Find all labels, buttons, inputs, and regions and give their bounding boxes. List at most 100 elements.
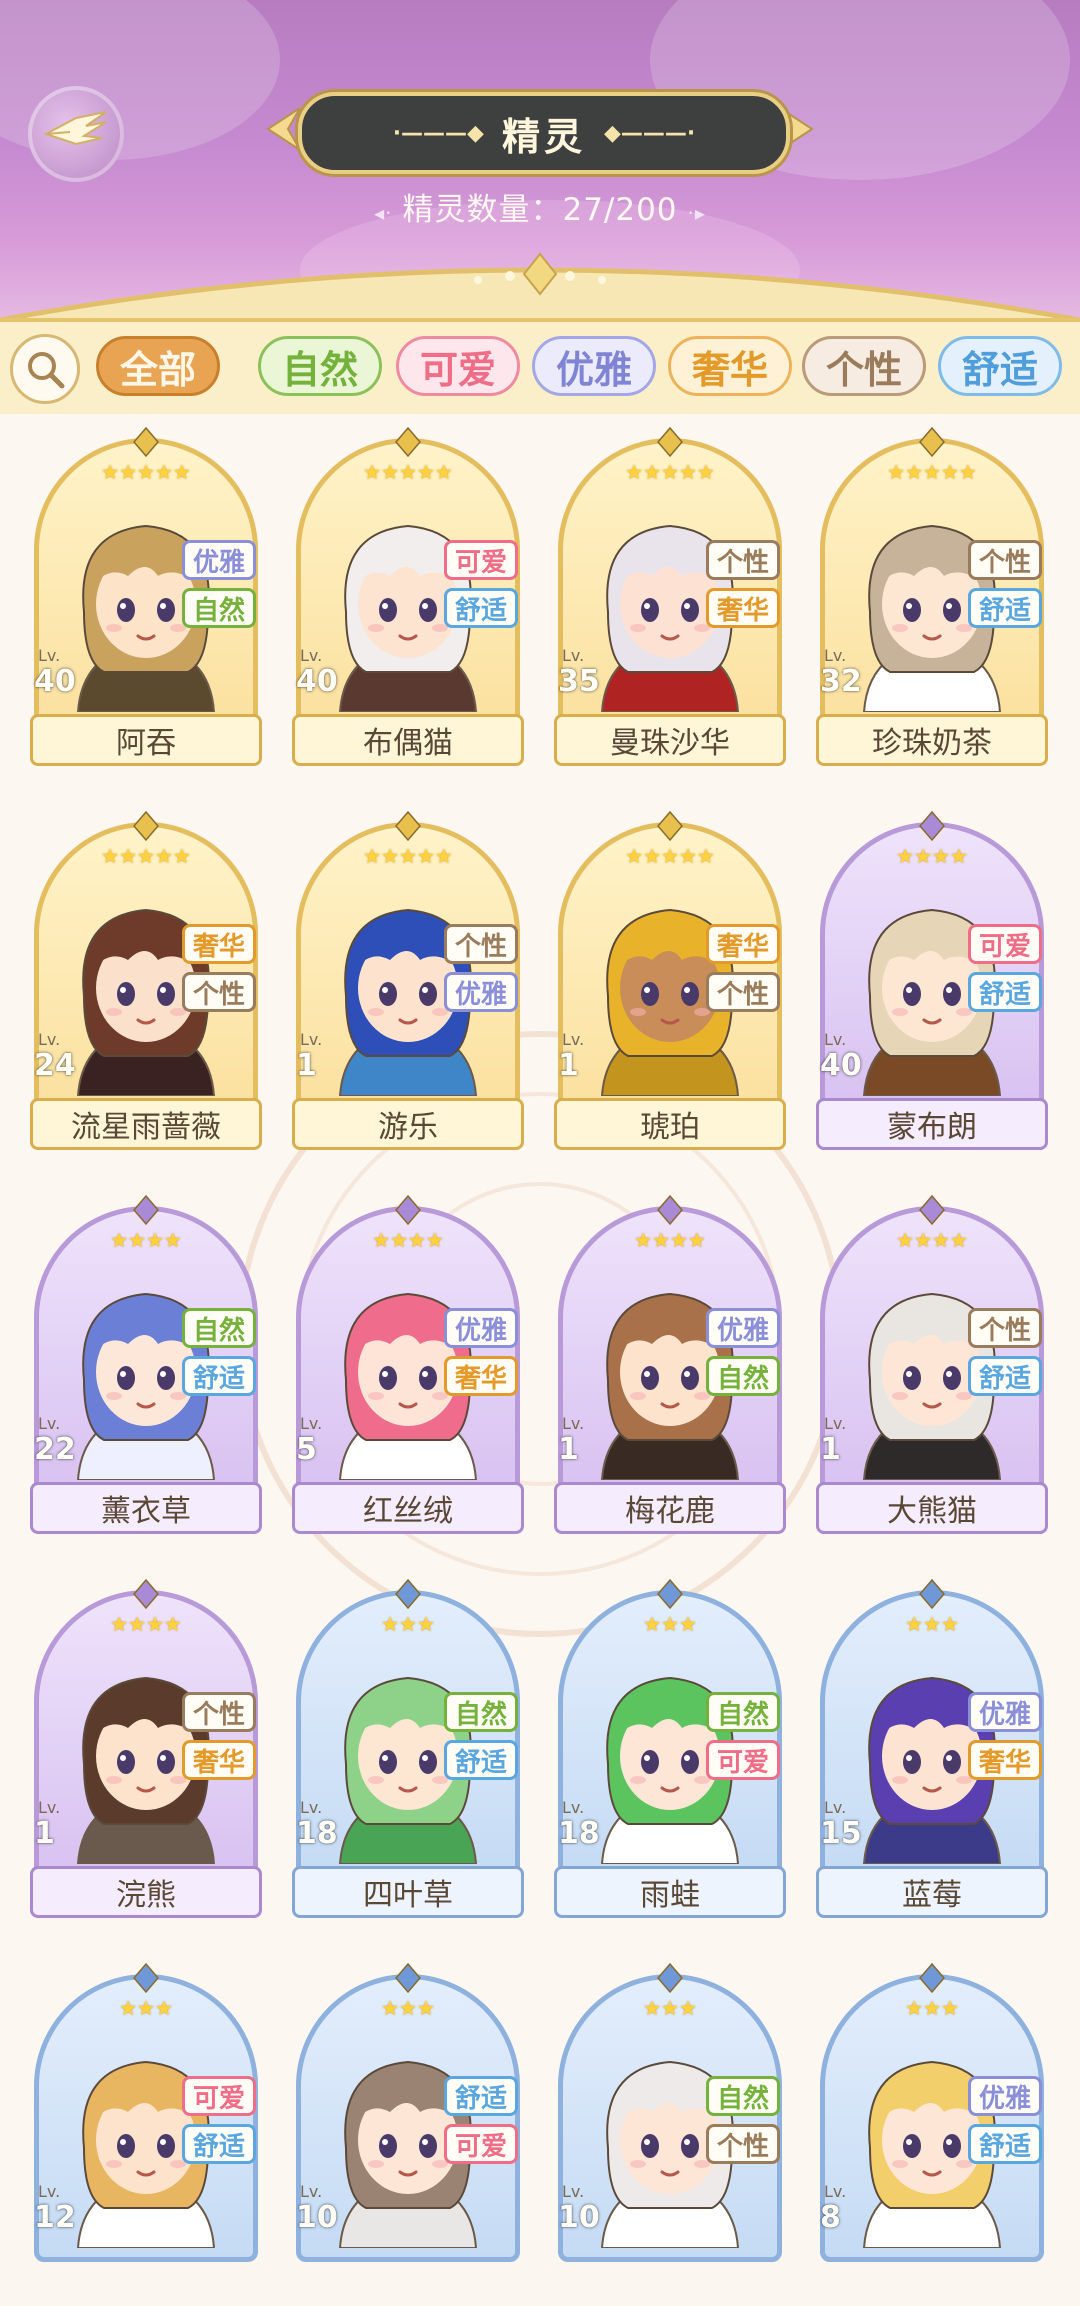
level-number: 24 [34, 1048, 76, 1083]
level-badge: Lv. 32 [818, 646, 878, 712]
trait-tag: 舒适 [968, 588, 1042, 628]
level-prefix: Lv. [300, 1798, 323, 1817]
level-badge: Lv. 40 [294, 646, 354, 712]
trait-tag: 个性 [968, 1308, 1042, 1348]
level-badge: Lv. 12 [32, 2182, 92, 2248]
level-number: 35 [558, 664, 600, 699]
trait-tag: 可爱 [444, 2124, 518, 2164]
back-button[interactable] [28, 86, 124, 182]
sprite-card[interactable]: ★★★ 自然 可爱 Lv. 18 雨蛙 [554, 1578, 786, 1922]
star-rating: ★★★★ [110, 1228, 182, 1252]
sprite-card[interactable]: ★★★ 可爱 舒适 Lv. 12 [30, 1962, 262, 2306]
trait-tag: 奢华 [182, 924, 256, 964]
level-prefix: Lv. [562, 2182, 585, 2201]
sprite-card[interactable]: ★★★★★ 个性 舒适 Lv. 32 珍珠奶茶 [816, 426, 1048, 770]
rarity-gem-icon [919, 426, 945, 458]
star-rating: ★★★★ [634, 1228, 706, 1252]
sprite-card[interactable]: ★★★★ 优雅 奢华 Lv. 5 红丝绒 [292, 1194, 524, 1538]
star-rating: ★★★ [905, 1612, 959, 1636]
sprite-name: 红丝绒 [292, 1482, 524, 1534]
trait-tag: 自然 [706, 2076, 780, 2116]
sprite-card[interactable]: ★★★★ 自然 舒适 Lv. 22 薰衣草 [30, 1194, 262, 1538]
rarity-gem-icon [657, 1194, 683, 1226]
star-rating: ★★★ [119, 1996, 173, 2020]
background-clock-watermark [237, 1031, 843, 1637]
trait-tag: 自然 [182, 588, 256, 628]
level-badge: Lv. 35 [556, 646, 616, 712]
star-rating: ★★★ [643, 1996, 697, 2020]
rarity-gem-icon [395, 1962, 421, 1994]
sprite-card[interactable]: ★★★★★ 奢华 个性 Lv. 1 琥珀 [554, 810, 786, 1154]
sprite-card[interactable]: ★★★★★ 可爱 舒适 Lv. 40 布偶猫 [292, 426, 524, 770]
level-number: 1 [296, 1048, 317, 1083]
sprite-card[interactable]: ★★★★★ 个性 优雅 Lv. 1 游乐 [292, 810, 524, 1154]
level-prefix: Lv. [824, 1030, 847, 1049]
sprite-card[interactable]: ★★★★ 个性 舒适 Lv. 1 大熊猫 [816, 1194, 1048, 1538]
level-badge: Lv. 22 [32, 1414, 92, 1480]
sprite-card[interactable]: ★★★★ 个性 奢华 Lv. 1 浣熊 [30, 1578, 262, 1922]
sprite-card[interactable]: ★★★ 优雅 舒适 Lv. 8 [816, 1962, 1048, 2306]
sprite-card[interactable]: ★★★★★ 优雅 自然 Lv. 40 阿吞 [30, 426, 262, 770]
rarity-gem-icon [133, 1578, 159, 1610]
level-badge: Lv. 1 [818, 1414, 878, 1480]
level-badge: Lv. 10 [294, 2182, 354, 2248]
title-ornament-left [266, 107, 300, 151]
trait-tag: 奢华 [706, 924, 780, 964]
tab-all[interactable]: 全部 [96, 336, 220, 396]
sprite-card[interactable]: ★★★★★ 个性 奢华 Lv. 35 曼珠沙华 [554, 426, 786, 770]
sprite-name: 四叶草 [292, 1866, 524, 1918]
sprite-count: ◂· 精灵数量：27/200 ·▸ [374, 192, 706, 228]
trait-tag: 优雅 [968, 1692, 1042, 1732]
level-number: 8 [820, 2200, 841, 2235]
rarity-gem-icon [133, 1962, 159, 1994]
rarity-gem-icon [133, 810, 159, 842]
rarity-gem-icon [657, 810, 683, 842]
trait-tag: 自然 [706, 1692, 780, 1732]
level-badge: Lv. 8 [818, 2182, 878, 2248]
level-number: 40 [34, 664, 76, 699]
sprite-card[interactable]: ★★★ 舒适 可爱 Lv. 10 [292, 1962, 524, 2306]
search-button[interactable] [10, 334, 80, 404]
level-number: 12 [34, 2200, 76, 2235]
level-number: 10 [558, 2200, 600, 2235]
sprite-card[interactable]: ★★★★★ 奢华 个性 Lv. 24 流星雨蔷薇 [30, 810, 262, 1154]
sprite-card[interactable]: ★★★ 优雅 奢华 Lv. 15 蓝莓 [816, 1578, 1048, 1922]
sprite-card[interactable]: ★★★ 自然 舒适 Lv. 18 四叶草 [292, 1578, 524, 1922]
tab-personality[interactable]: 个性 [802, 336, 926, 396]
level-prefix: Lv. [300, 1414, 323, 1433]
trait-tag: 舒适 [182, 2124, 256, 2164]
tab-cute[interactable]: 可爱 [396, 336, 520, 396]
level-prefix: Lv. [38, 1030, 61, 1049]
rarity-gem-icon [395, 810, 421, 842]
tab-luxury[interactable]: 奢华 [668, 336, 792, 396]
sprite-card[interactable]: ★★★★ 优雅 自然 Lv. 1 梅花鹿 [554, 1194, 786, 1538]
tab-natural[interactable]: 自然 [258, 336, 382, 396]
level-prefix: Lv. [824, 2182, 847, 2201]
level-prefix: Lv. [562, 1414, 585, 1433]
trait-tag: 优雅 [968, 2076, 1042, 2116]
sprite-card[interactable]: ★★★★ 可爱 舒适 Lv. 40 蒙布朗 [816, 810, 1048, 1154]
star-rating: ★★★★★ [363, 460, 453, 484]
level-number: 10 [296, 2200, 338, 2235]
level-prefix: Lv. [300, 2182, 323, 2201]
trait-tag: 舒适 [444, 2076, 518, 2116]
level-number: 32 [820, 664, 862, 699]
tab-comfort[interactable]: 舒适 [938, 336, 1062, 396]
level-badge: Lv. 40 [32, 646, 92, 712]
level-prefix: Lv. [562, 646, 585, 665]
trait-tag: 个性 [706, 972, 780, 1012]
star-rating: ★★★★★ [101, 844, 191, 868]
trait-tag: 自然 [706, 1356, 780, 1396]
wing-back-icon [43, 111, 107, 146]
level-number: 18 [558, 1816, 600, 1851]
level-number: 5 [296, 1432, 317, 1467]
sprite-count-label: 精灵数量： [402, 192, 563, 228]
tab-elegant[interactable]: 优雅 [532, 336, 656, 396]
trait-tag: 个性 [182, 972, 256, 1012]
trait-tag: 自然 [182, 1308, 256, 1348]
header-arch-ornament [0, 252, 1080, 320]
sprite-card[interactable]: ★★★ 自然 个性 Lv. 10 [554, 1962, 786, 2306]
header: ·———◆ 精灵 ◆———· ◂· 精灵数量：27/200 ·▸ [0, 0, 1080, 320]
sprite-name: 阿吞 [30, 714, 262, 766]
star-rating: ★★★★★ [887, 460, 977, 484]
